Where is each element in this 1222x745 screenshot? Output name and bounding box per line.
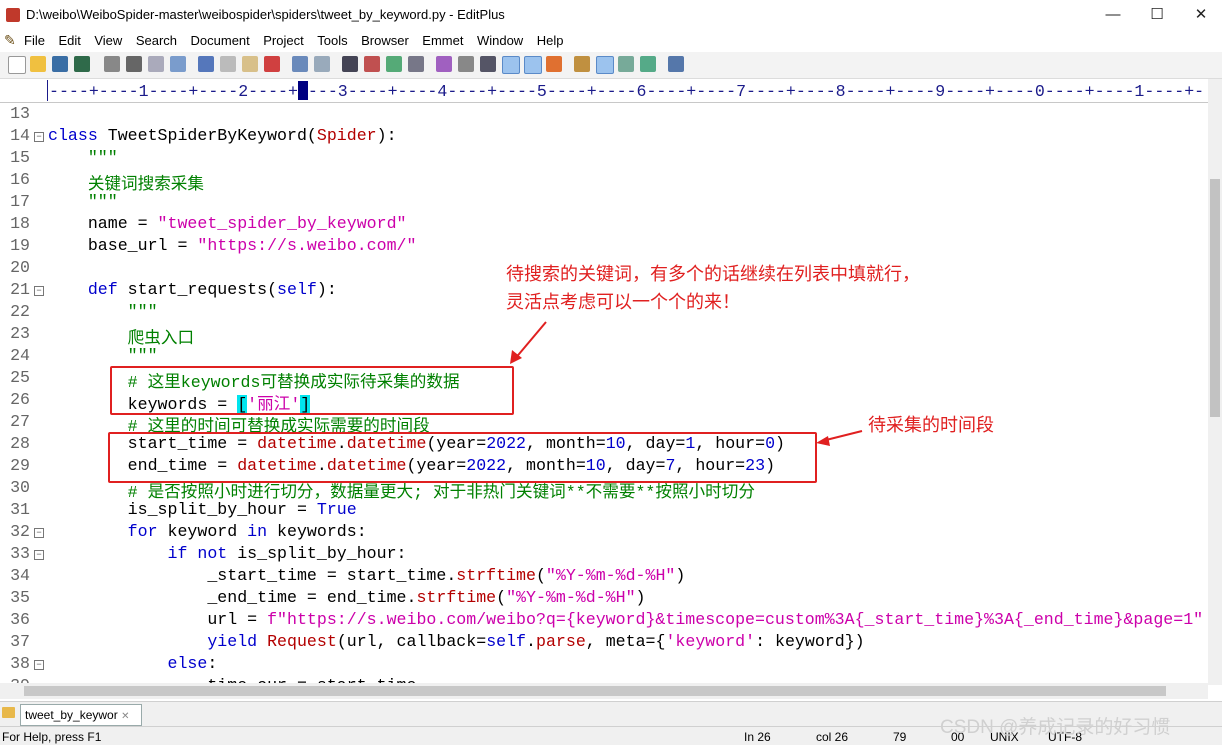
watermark: CSDN @养成记录的好习惯 (940, 717, 1171, 738)
time-note: 待采集的时间段 (868, 415, 994, 435)
tab-close-icon[interactable]: ✕ (121, 711, 129, 722)
keywords-note-line1: 待搜索的关键词，有多个的话继续在列表中填就行， (506, 264, 920, 284)
tab-tweet-by-keyword[interactable]: tweet_by_keywor ✕ (20, 704, 142, 726)
status-help-text: For Help, press F1 (2, 730, 102, 744)
status-line: In 26 (744, 730, 771, 744)
status-column: col 26 (816, 730, 849, 744)
folder-icon[interactable] (2, 707, 15, 718)
vertical-scrollbar[interactable] (1208, 79, 1222, 685)
horizontal-scrollbar[interactable] (0, 683, 1208, 699)
annotation-arrows (510, 321, 863, 446)
tab-label: tweet_by_keywor (25, 708, 118, 722)
keywords-note-line2: 灵活点考虑可以一个个的来！ (506, 292, 740, 312)
keywords-arrow (513, 321, 547, 361)
vertical-scroll-thumb[interactable] (1210, 179, 1220, 417)
status-char-count: 79 (893, 730, 907, 744)
horizontal-scroll-thumb[interactable] (24, 686, 1166, 696)
time-arrowhead (816, 436, 830, 446)
